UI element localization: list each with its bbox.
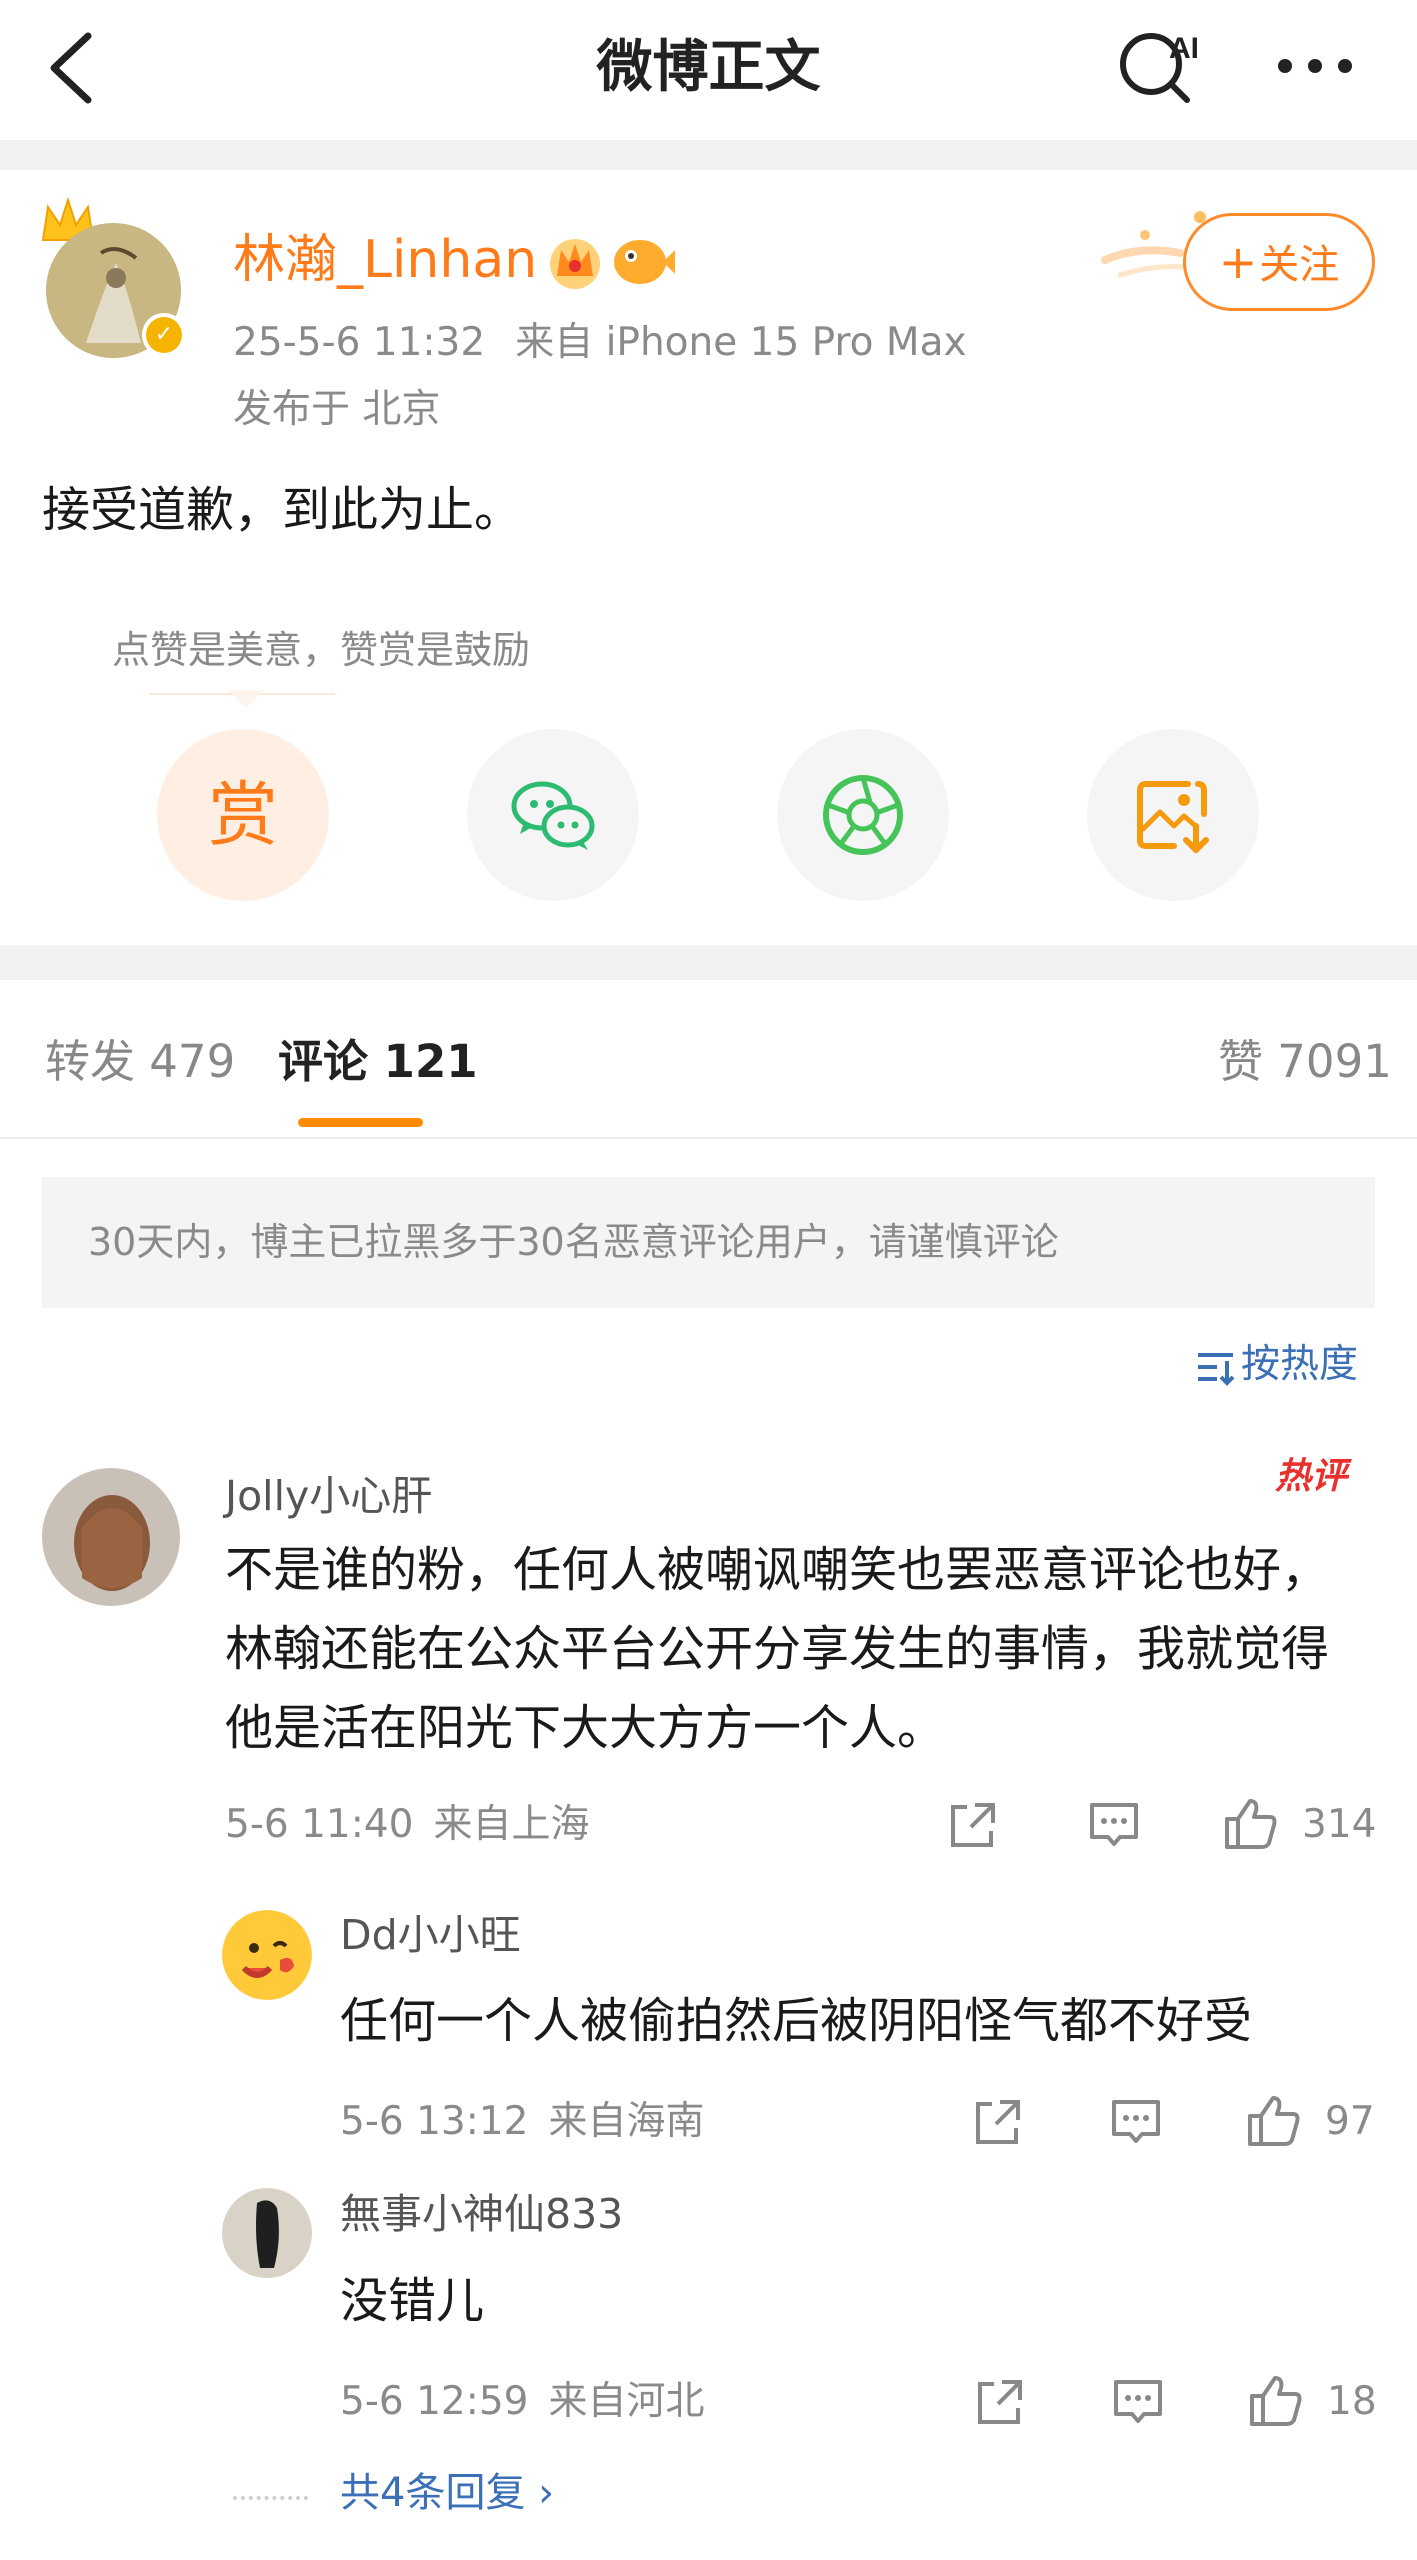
author-name[interactable]: 林瀚_Linhan	[233, 225, 537, 295]
comment-icon	[1090, 1803, 1138, 1846]
like-reply-button[interactable]	[1247, 2372, 1305, 2434]
thumbs-up-icon	[1250, 2376, 1302, 2426]
replier-avatar[interactable]	[222, 1910, 312, 2000]
plus-icon: +	[1218, 235, 1258, 289]
follow-button[interactable]: +关注	[1183, 213, 1375, 311]
comment-location: 来自上海	[433, 1802, 590, 1847]
hot-comment-badge: 热评	[1275, 1456, 1348, 1497]
thumbs-up-icon	[1248, 2096, 1300, 2146]
share-moments-button[interactable]	[777, 729, 949, 901]
post-content: 接受道歉，到此为止。	[42, 482, 523, 538]
reply-time: 5-6 13:12	[340, 2099, 529, 2144]
replier-name[interactable]: Dd小小旺	[340, 1907, 521, 1963]
share-reply-button[interactable]	[972, 2374, 1028, 2434]
commenter-avatar[interactable]	[42, 1468, 180, 1606]
section-divider	[0, 140, 1417, 170]
like-reply-button[interactable]	[1245, 2092, 1303, 2154]
replies-dotted-leader	[233, 2496, 308, 2500]
reply-text: 没错儿	[340, 2273, 485, 2329]
follow-label: 关注	[1259, 242, 1340, 288]
verified-badge: ✓	[142, 313, 186, 357]
fish-badge-icon	[614, 240, 675, 284]
post-location: 发布于 北京	[233, 387, 441, 432]
replier-name[interactable]: 無事小神仙833	[340, 2186, 623, 2242]
save-image-icon	[1137, 781, 1209, 853]
author-avatar[interactable]: ✓	[38, 195, 188, 365]
reward-label: 赏	[208, 774, 278, 856]
section-divider	[0, 945, 1417, 980]
post-meta: 25-5-6 11:32 来自 iPhone 15 Pro Max	[233, 315, 967, 371]
active-tab-indicator	[298, 1118, 423, 1127]
share-comment-button[interactable]	[945, 1797, 1001, 1857]
reply-comment-button[interactable]	[1086, 1797, 1142, 1857]
reply-time: 5-6 12:59	[340, 2379, 529, 2424]
moments-icon	[823, 775, 903, 855]
reply-reply-button[interactable]	[1108, 2094, 1164, 2154]
commenter-name[interactable]: Jolly小心肝	[225, 1468, 432, 1524]
comment-time: 5-6 11:40	[225, 1802, 414, 1847]
share-icon	[976, 2100, 1020, 2144]
share-icon	[951, 1803, 995, 1847]
vip-crown-icon	[550, 239, 600, 289]
replier-avatar[interactable]	[222, 2188, 312, 2278]
like-count: 18	[1327, 2379, 1377, 2424]
sort-icon	[1198, 1352, 1235, 1386]
tab-likes[interactable]: 赞 7091	[1218, 1030, 1392, 1094]
reply-location: 来自河北	[548, 2379, 705, 2424]
reward-button[interactable]: 赏	[157, 729, 329, 901]
more-horizontal-icon	[1278, 59, 1352, 73]
share-reply-button[interactable]	[970, 2094, 1026, 2154]
comment-icon	[1114, 2380, 1162, 2423]
reply-location: 来自海南	[548, 2099, 705, 2144]
comment-meta: 5-6 11:40 来自上海	[225, 1797, 590, 1853]
post-source: 来自 iPhone 15 Pro Max	[515, 320, 967, 365]
thumbs-up-icon	[1225, 1799, 1277, 1849]
top-bar: 微博正文 AI	[0, 0, 1417, 140]
like-count: 314	[1302, 1802, 1377, 1847]
reply-reply-button[interactable]	[1110, 2374, 1166, 2434]
reply-meta: 5-6 13:12 来自海南	[340, 2094, 705, 2150]
reward-hint-pointer	[228, 690, 264, 708]
tab-comments[interactable]: 评论 121	[278, 1030, 478, 1094]
like-comment-button[interactable]	[1222, 1795, 1280, 1857]
tab-repost[interactable]: 转发 479	[45, 1030, 235, 1094]
share-icon	[978, 2380, 1022, 2424]
reply-meta: 5-6 12:59 来自河北	[340, 2374, 705, 2430]
more-button[interactable]	[1270, 36, 1360, 96]
save-image-button[interactable]	[1087, 729, 1259, 901]
blacklist-notice: 30天内，博主已拉黑多于30名恶意评论用户，请谨慎评论	[42, 1177, 1375, 1308]
sort-by-hot-button[interactable]: 按热度	[1195, 1337, 1358, 1393]
ai-label: AI	[1169, 32, 1199, 65]
like-count: 97	[1325, 2099, 1375, 2144]
share-wechat-button[interactable]	[467, 729, 639, 901]
reward-hint: 点赞是美意，赞赏是鼓励	[112, 628, 531, 672]
comment-icon	[1112, 2100, 1160, 2143]
view-all-replies-link[interactable]: 共4条回复 ›	[340, 2465, 554, 2521]
wechat-icon	[511, 781, 595, 850]
ai-search-icon: AI	[1120, 32, 1199, 103]
sort-label: 按热度	[1241, 1342, 1359, 1387]
tabs-divider	[0, 1137, 1417, 1139]
comment-text: 不是谁的粉，任何人被嘲讽嘲笑也罢恶意评论也好，林翰还能在公众平台公开分享发生的事…	[225, 1542, 1330, 1756]
post-time: 25-5-6 11:32	[233, 320, 486, 365]
ai-search-button[interactable]: AI	[1115, 22, 1215, 112]
user-badges	[545, 228, 675, 298]
reply-text: 任何一个人被偷拍然后被阴阳怪气都不好受	[340, 1993, 1253, 2049]
